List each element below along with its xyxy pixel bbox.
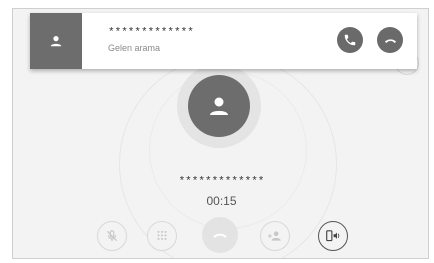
mic-off-icon [106,230,118,242]
person-icon [50,36,62,47]
incoming-call-notification[interactable]: ************* Gelen arama [30,13,417,69]
notification-subtitle: Gelen arama [108,43,161,53]
phone-call-screen: ************* 00:15 ************* Gelen … [0,0,434,263]
accept-call-button[interactable] [337,27,363,53]
decline-call-button[interactable] [377,27,403,53]
phone-speaker-icon [326,230,340,242]
caller-number: ************* [178,176,265,188]
notification-avatar [30,13,82,69]
notification-caller-number: ************* [108,27,194,39]
call-duration: 00:15 [206,194,237,208]
person-icon [210,97,228,115]
phone-hangup-icon [213,233,227,238]
phone-hangup-icon [384,38,396,43]
phone-answer-icon [344,34,356,46]
add-participant-button[interactable] [260,221,290,251]
caller-avatar [188,75,250,137]
end-call-button[interactable] [202,217,238,253]
add-person-icon [268,231,281,241]
keypad-button[interactable] [147,221,177,251]
mute-button[interactable] [97,221,127,251]
audio-output-button[interactable] [318,221,348,251]
keypad-icon [157,230,167,240]
